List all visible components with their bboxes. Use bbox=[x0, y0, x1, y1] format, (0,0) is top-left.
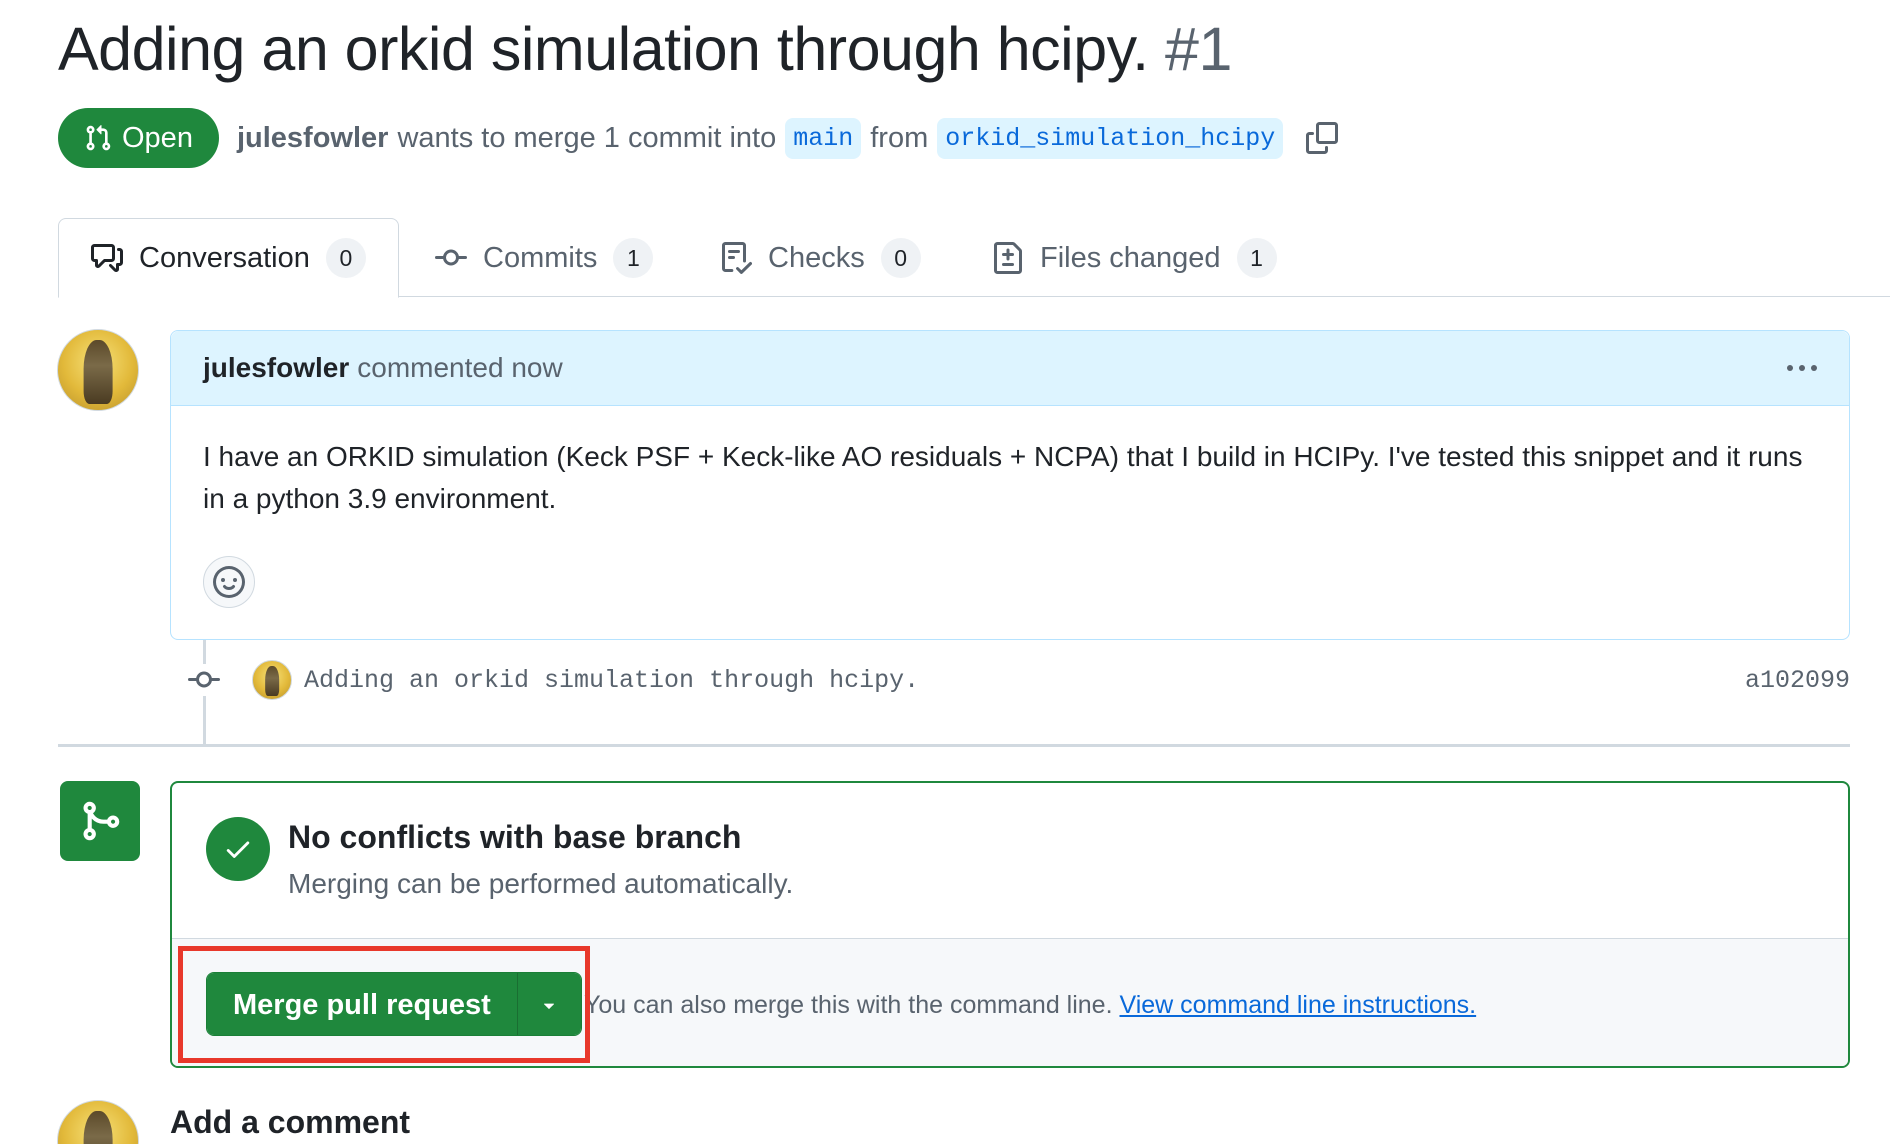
checklist-icon bbox=[722, 242, 752, 274]
pr-status-row: Open julesfowler wants to merge 1 commit… bbox=[58, 108, 1339, 168]
merge-button-group: Merge pull request bbox=[206, 972, 582, 1036]
merge-hint: You can also merge this with the command… bbox=[584, 991, 1476, 1020]
timeline-divider bbox=[58, 744, 1850, 747]
tab-files-changed-count: 1 bbox=[1236, 238, 1277, 278]
git-pull-request-icon bbox=[86, 125, 111, 151]
tab-checks-label: Checks bbox=[768, 241, 865, 274]
tab-conversation-count: 0 bbox=[325, 238, 366, 278]
avatar[interactable] bbox=[252, 660, 292, 700]
head-branch[interactable]: orkid_simulation_hcipy bbox=[937, 117, 1284, 159]
commit-sha-link[interactable]: a102099 bbox=[1745, 666, 1850, 695]
add-comment-heading: Add a comment bbox=[170, 1104, 411, 1140]
tab-commits-count: 1 bbox=[613, 238, 654, 278]
tab-checks-count: 0 bbox=[880, 238, 921, 278]
check-circle-icon bbox=[206, 817, 270, 881]
tab-checks[interactable]: Checks 0 bbox=[720, 218, 921, 298]
comment-discussion-icon bbox=[91, 244, 123, 272]
merge-method-dropdown[interactable] bbox=[516, 973, 581, 1035]
comment-author[interactable]: julesfowler bbox=[203, 352, 349, 384]
from-text: from bbox=[870, 121, 929, 154]
merge-status-subtitle: Merging can be performed automatically. bbox=[288, 868, 794, 899]
kebab-menu-icon[interactable] bbox=[1787, 365, 1817, 371]
tab-commits-label: Commits bbox=[483, 241, 598, 274]
comment-body: I have an ORKID simulation (Keck PSF + K… bbox=[203, 441, 1803, 514]
smiley-icon bbox=[213, 566, 245, 598]
merge-status-icon bbox=[60, 781, 140, 861]
copy-icon[interactable] bbox=[1306, 122, 1339, 154]
commit-message-link[interactable]: Adding an orkid simulation through hcipy… bbox=[304, 666, 919, 695]
merge-hint-text: You can also merge this with the command… bbox=[584, 991, 1113, 1019]
merge-status-title: No conflicts with base branch bbox=[288, 819, 742, 855]
pr-tabs: Conversation 0 Commits 1 Checks 0 Files … bbox=[58, 218, 1890, 298]
add-reaction-button[interactable] bbox=[203, 556, 255, 608]
triangle-down-icon bbox=[544, 1003, 555, 1009]
tab-conversation[interactable]: Conversation 0 bbox=[58, 218, 399, 298]
pr-meta: julesfowler wants to merge 1 commit into… bbox=[237, 117, 1339, 159]
timeline-commit: Adding an orkid simulation through hcipy… bbox=[186, 650, 1850, 710]
state-label: Open bbox=[122, 121, 193, 154]
file-diff-icon bbox=[994, 242, 1022, 274]
tab-conversation-label: Conversation bbox=[139, 241, 310, 274]
tab-files-changed[interactable]: Files changed 1 bbox=[992, 218, 1277, 298]
comment-header: julesfowler commented now bbox=[171, 331, 1849, 406]
state-badge: Open bbox=[58, 108, 219, 168]
git-merge-icon bbox=[83, 801, 120, 841]
tab-commits[interactable]: Commits 1 bbox=[435, 218, 654, 298]
avatar[interactable] bbox=[57, 1100, 139, 1144]
merge-box: No conflicts with base branch Merging ca… bbox=[170, 781, 1850, 1068]
avatar[interactable] bbox=[57, 329, 139, 411]
git-commit-icon bbox=[186, 664, 222, 696]
command-line-instructions-link[interactable]: View command line instructions. bbox=[1119, 991, 1476, 1019]
merge-pull-request-button[interactable]: Merge pull request bbox=[207, 973, 517, 1035]
pr-number: #1 bbox=[1165, 15, 1232, 83]
tab-files-changed-label: Files changed bbox=[1040, 241, 1221, 274]
page-title: Adding an orkid simulation through hcipy… bbox=[58, 14, 1232, 84]
comment-timestamp: commented now bbox=[357, 352, 563, 383]
merge-actions: Merge pull request You can also merge th… bbox=[172, 938, 1848, 1066]
base-branch[interactable]: main bbox=[785, 117, 862, 159]
merge-status: No conflicts with base branch Merging ca… bbox=[206, 817, 793, 900]
comment-box: julesfowler commented now I have an ORKI… bbox=[170, 330, 1850, 640]
merge-text: wants to merge 1 commit into bbox=[397, 121, 777, 154]
pr-title: Adding an orkid simulation through hcipy… bbox=[58, 15, 1149, 83]
git-commit-icon bbox=[435, 249, 467, 266]
author-link[interactable]: julesfowler bbox=[237, 122, 389, 155]
